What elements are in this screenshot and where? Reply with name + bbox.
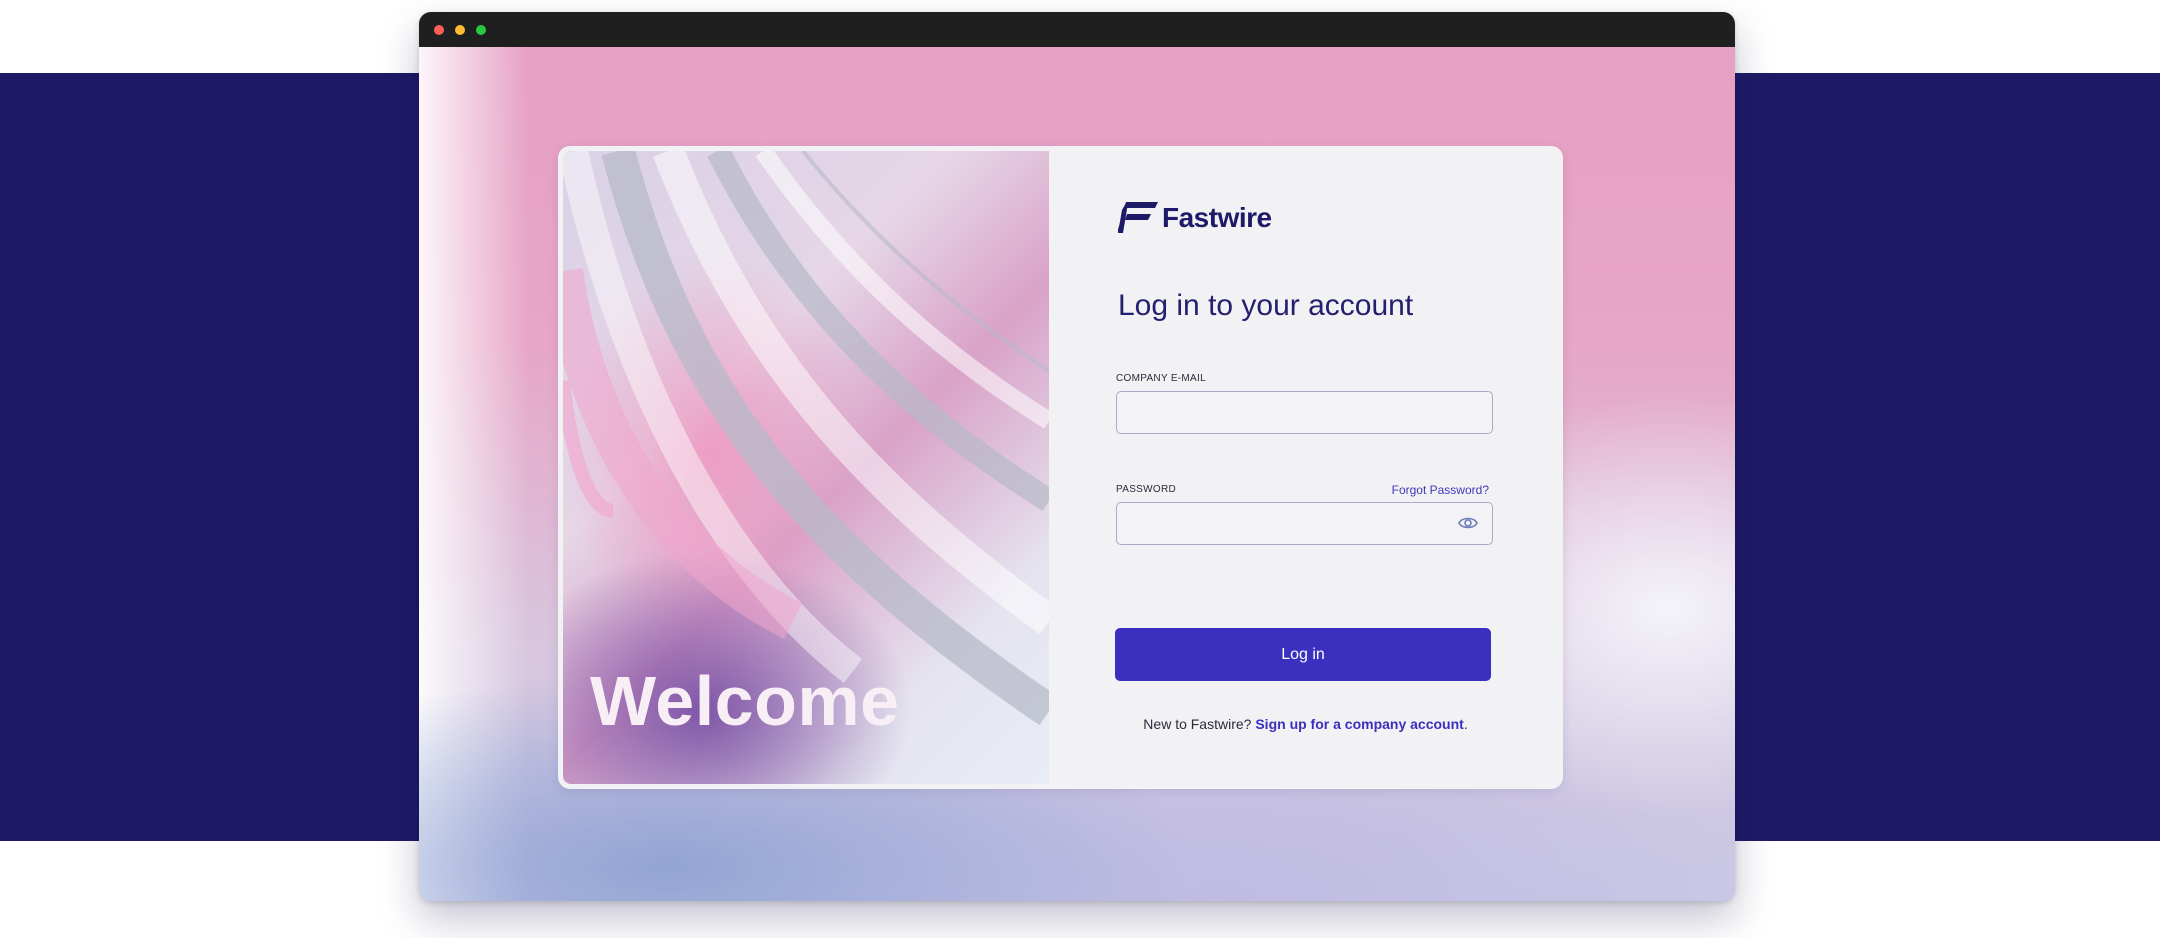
- brand-name: Fastwire: [1162, 202, 1272, 233]
- close-window-button[interactable]: [434, 25, 444, 35]
- signup-prompt-text: New to Fastwire?: [1143, 716, 1252, 732]
- fastwire-logo: Fastwire: [1118, 200, 1272, 236]
- forgot-password-link[interactable]: Forgot Password?: [1392, 483, 1489, 497]
- password-field[interactable]: [1116, 502, 1493, 545]
- password-label: PASSWORD: [1116, 484, 1176, 495]
- zoom-window-button[interactable]: [476, 25, 486, 35]
- signup-period: .: [1463, 716, 1468, 732]
- fastwire-f-icon: [1118, 202, 1158, 233]
- signup-link[interactable]: Sign up for a company account: [1255, 716, 1463, 732]
- signup-prompt: New to Fastwire? Sign up for a company a…: [1118, 716, 1493, 732]
- eye-icon[interactable]: [1458, 515, 1478, 531]
- welcome-heading: Welcome: [590, 662, 900, 740]
- login-button[interactable]: Log in: [1115, 628, 1491, 681]
- welcome-hero-panel: Welcome: [563, 151, 1049, 784]
- email-field[interactable]: [1116, 391, 1493, 434]
- page-viewport: Welcome Fastwire Log in to your account …: [419, 47, 1735, 901]
- page-title: Log in to your account: [1118, 289, 1414, 322]
- email-label: COMPANY E-MAIL: [1116, 373, 1206, 384]
- window-titlebar: [419, 12, 1735, 47]
- login-card: Welcome Fastwire Log in to your account …: [558, 146, 1563, 789]
- minimize-window-button[interactable]: [455, 25, 465, 35]
- login-form: Fastwire Log in to your account COMPANY …: [1115, 146, 1518, 789]
- browser-window: Welcome Fastwire Log in to your account …: [419, 12, 1735, 901]
